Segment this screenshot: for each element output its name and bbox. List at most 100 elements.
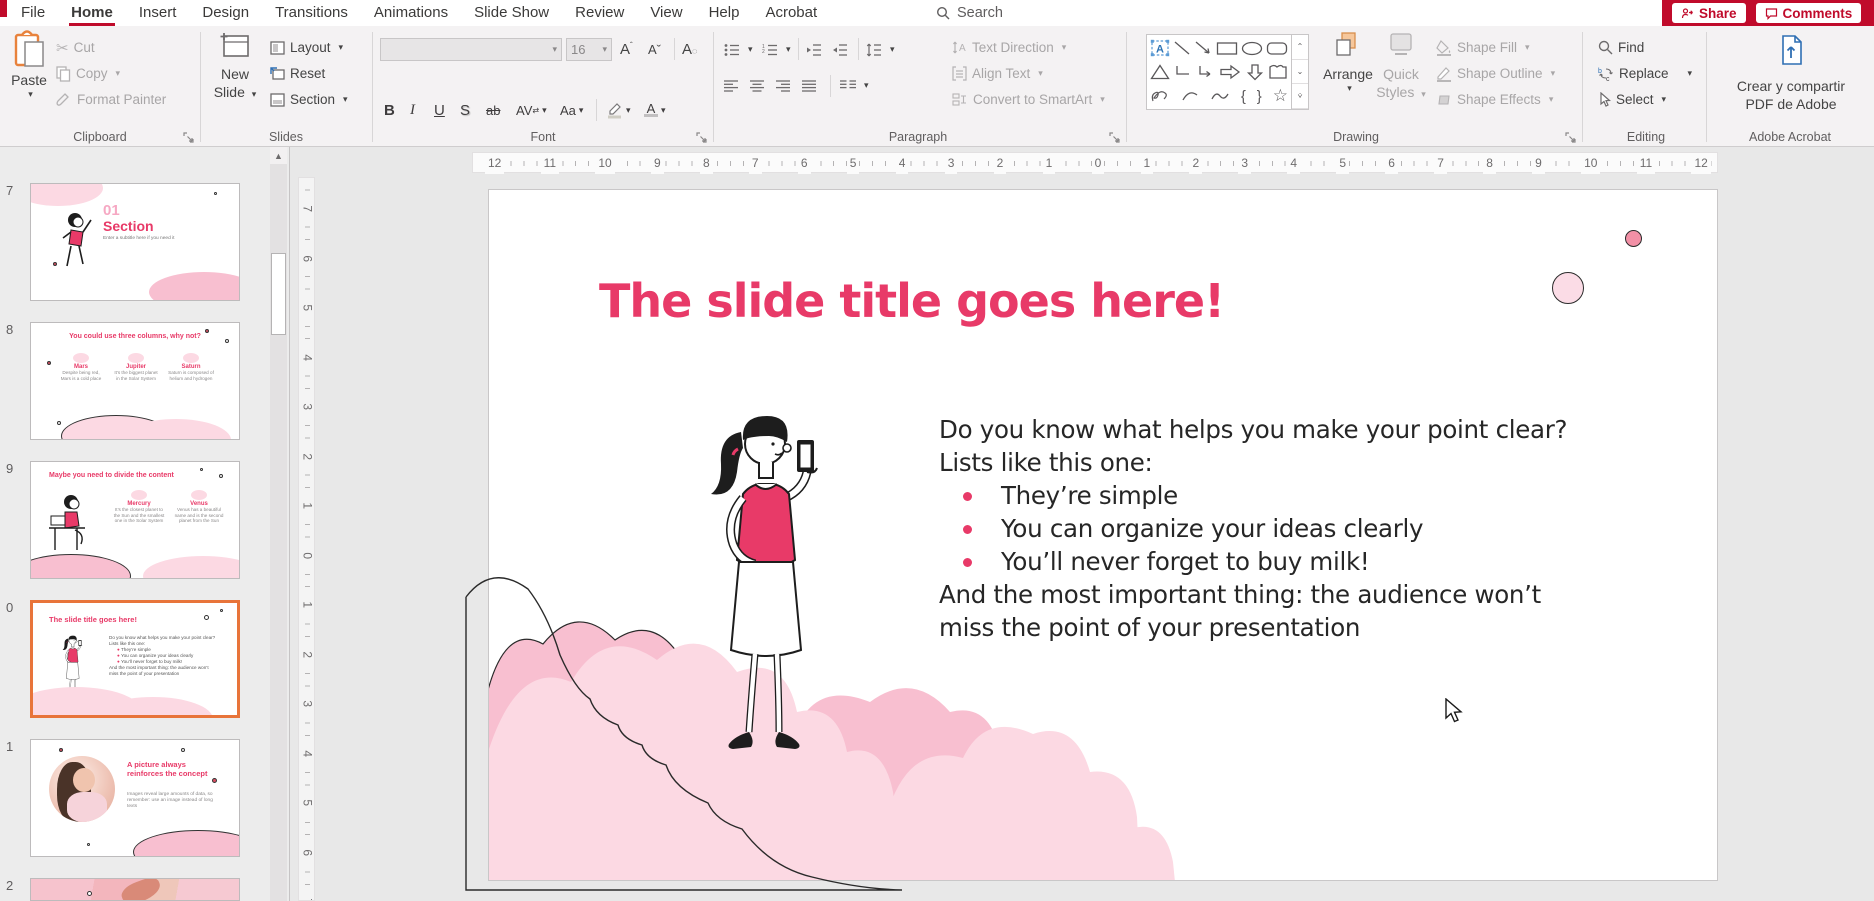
convert-smartart-button[interactable]: Convert to SmartArt ▾ (952, 88, 1105, 111)
horizontal-ruler[interactable]: 1211109876543210123456789101112 (472, 152, 1718, 173)
comments-button[interactable]: Comments (1756, 3, 1862, 23)
slide-canvas[interactable]: The slide title goes here! (488, 189, 1718, 881)
thumb8-col2-text: It’s the biggest planet in the Solar Sys… (112, 370, 160, 381)
small-pink-circle-decoration[interactable] (1625, 230, 1642, 247)
select-button[interactable]: Select ▾ (1598, 88, 1666, 111)
tab-design[interactable]: Design (189, 0, 262, 26)
text-shadow-button[interactable]: S (460, 98, 470, 122)
woman-with-phone-illustration[interactable] (681, 402, 821, 762)
thumbnail-slide-11[interactable]: A picture always reinforces the concept … (30, 739, 240, 857)
scrollbar-thumb[interactable] (271, 253, 286, 335)
large-pink-circle-decoration[interactable] (1552, 272, 1584, 304)
reset-button[interactable]: Reset (270, 62, 325, 85)
replace-button[interactable]: bc Replace ▾ (1598, 62, 1692, 85)
quick-styles-button[interactable]: Quick Styles ▾ (1374, 30, 1428, 126)
shape-effects-button[interactable]: Shape Effects ▾ (1436, 88, 1553, 111)
thumbnail-slide-8[interactable]: You could use three columns, why not? Ma… (30, 322, 240, 440)
line-spacing-button[interactable]: ▾ (866, 38, 895, 61)
tab-home[interactable]: Home (58, 0, 126, 26)
increase-indent-button[interactable] (832, 38, 848, 61)
justify-button[interactable] (802, 74, 817, 97)
new-slide-button[interactable]: New Slide ▾ (208, 30, 262, 126)
change-case-button[interactable]: Aa▾ (560, 98, 583, 122)
ribbon: Paste ▾ ✂ Cut Copy ▾ Format Painter Clip… (0, 26, 1874, 147)
font-dialog-launcher[interactable] (696, 132, 707, 143)
align-text-button[interactable]: Align Text ▾ (952, 62, 1043, 85)
bullets-caret: ▾ (748, 45, 753, 54)
shapes-more-button[interactable]: ⩒ (1292, 84, 1308, 109)
thumbnail-slide-10-selected[interactable]: The slide title goes here! Do you know w… (30, 600, 240, 718)
align-right-button[interactable] (776, 74, 791, 97)
numbering-button[interactable]: 12 ▾ (762, 38, 791, 61)
section-button[interactable]: Section ▾ (270, 88, 348, 111)
shapes-row-1: A (1150, 37, 1288, 60)
vertical-ruler-numbers: 765432101234567 (299, 184, 315, 901)
slide-body-textbox[interactable]: Do you know what helps you make your poi… (939, 413, 1567, 644)
shrink-font-button[interactable]: Aˇ (648, 38, 661, 61)
tab-animations[interactable]: Animations (361, 0, 461, 26)
strikethrough-button[interactable]: ab (486, 98, 500, 122)
ruler-number: 1 (298, 497, 315, 514)
arrange-button[interactable]: Arrange ▾ (1322, 30, 1374, 126)
layout-button[interactable]: Layout ▾ (270, 36, 343, 59)
format-painter-button[interactable]: Format Painter (56, 88, 166, 111)
italic-button[interactable]: I (410, 98, 415, 122)
slide-number: 7 (6, 183, 26, 198)
slide-number: 0 (6, 600, 26, 615)
highlight-color-button[interactable]: ▾ (606, 98, 631, 122)
clipboard-dialog-launcher[interactable] (183, 132, 194, 143)
bullets-button[interactable]: ▾ (724, 38, 753, 61)
tab-slide-show[interactable]: Slide Show (461, 0, 562, 26)
thumbnail-slide-12[interactable] (30, 878, 240, 901)
text-direction-button[interactable]: A Text Direction ▾ (952, 36, 1066, 59)
shapes-gallery[interactable]: A { } ☆ (1146, 34, 1292, 110)
grow-font-button[interactable]: Aˆ (620, 38, 633, 61)
align-center-button[interactable] (750, 74, 765, 97)
vertical-ruler[interactable]: 765432101234567 (298, 177, 315, 901)
ruler-number: 3 (298, 695, 315, 712)
slide-title[interactable]: The slide title goes here! (599, 274, 1224, 328)
font-color-glyph: A (647, 103, 656, 114)
column-icon-blob (131, 490, 147, 500)
curve-shape-icon (1210, 87, 1230, 105)
clear-formatting-button[interactable]: A◌ (682, 38, 697, 61)
tab-view[interactable]: View (637, 0, 695, 26)
tab-file[interactable]: File (8, 0, 58, 26)
tab-insert[interactable]: Insert (126, 0, 190, 26)
shapes-scroll-up-button[interactable]: ⌃ (1292, 35, 1308, 60)
thumbnail-scrollbar[interactable]: ▲ (270, 147, 287, 901)
shape-outline-button[interactable]: Shape Outline ▾ (1436, 62, 1555, 85)
paragraph-dialog-launcher[interactable] (1109, 132, 1120, 143)
font-name-combo[interactable]: ▾ (380, 38, 562, 61)
search-box[interactable]: Search (936, 2, 1003, 24)
thumbnail-slide-9[interactable]: Maybe you need to divide the content Mer… (30, 461, 240, 579)
text-direction-icon: A (952, 40, 967, 55)
thumbnail-slide-7[interactable]: 01 Section Enter a subtitle here if you … (30, 183, 240, 301)
drawing-dialog-launcher[interactable] (1565, 132, 1576, 143)
tab-review[interactable]: Review (562, 0, 637, 26)
font-size-combo[interactable]: 16 ▾ (566, 38, 612, 61)
bold-button[interactable]: B (384, 98, 395, 122)
copy-button[interactable]: Copy ▾ (56, 62, 120, 85)
create-pdf-button[interactable]: Crear y compartir PDF de Adobe (1716, 30, 1866, 126)
shape-outline-icon (1436, 66, 1452, 82)
character-spacing-button[interactable]: AV⇄▾ (516, 98, 547, 122)
paste-button[interactable]: Paste ▾ (6, 30, 52, 126)
tab-help[interactable]: Help (696, 0, 753, 26)
font-color-bar (644, 114, 658, 117)
decrease-indent-button[interactable] (806, 38, 822, 61)
tab-transitions[interactable]: Transitions (262, 0, 361, 26)
scroll-up-arrow[interactable]: ▲ (270, 147, 287, 164)
align-left-button[interactable] (724, 74, 739, 97)
shapes-scroll-down-button[interactable]: ⌄ (1292, 60, 1308, 85)
font-color-button[interactable]: A ▾ (644, 98, 666, 122)
underline-button[interactable]: U (434, 98, 445, 122)
find-button[interactable]: Find (1598, 36, 1644, 59)
reset-icon (270, 66, 285, 81)
tab-acrobat[interactable]: Acrobat (752, 0, 830, 26)
shape-fill-button[interactable]: Shape Fill ▾ (1436, 36, 1530, 59)
cut-label: Cut (74, 40, 95, 55)
columns-button[interactable]: ▾ (840, 74, 869, 97)
cut-button[interactable]: ✂ Cut (56, 36, 95, 59)
share-button[interactable]: Share (1672, 3, 1746, 23)
